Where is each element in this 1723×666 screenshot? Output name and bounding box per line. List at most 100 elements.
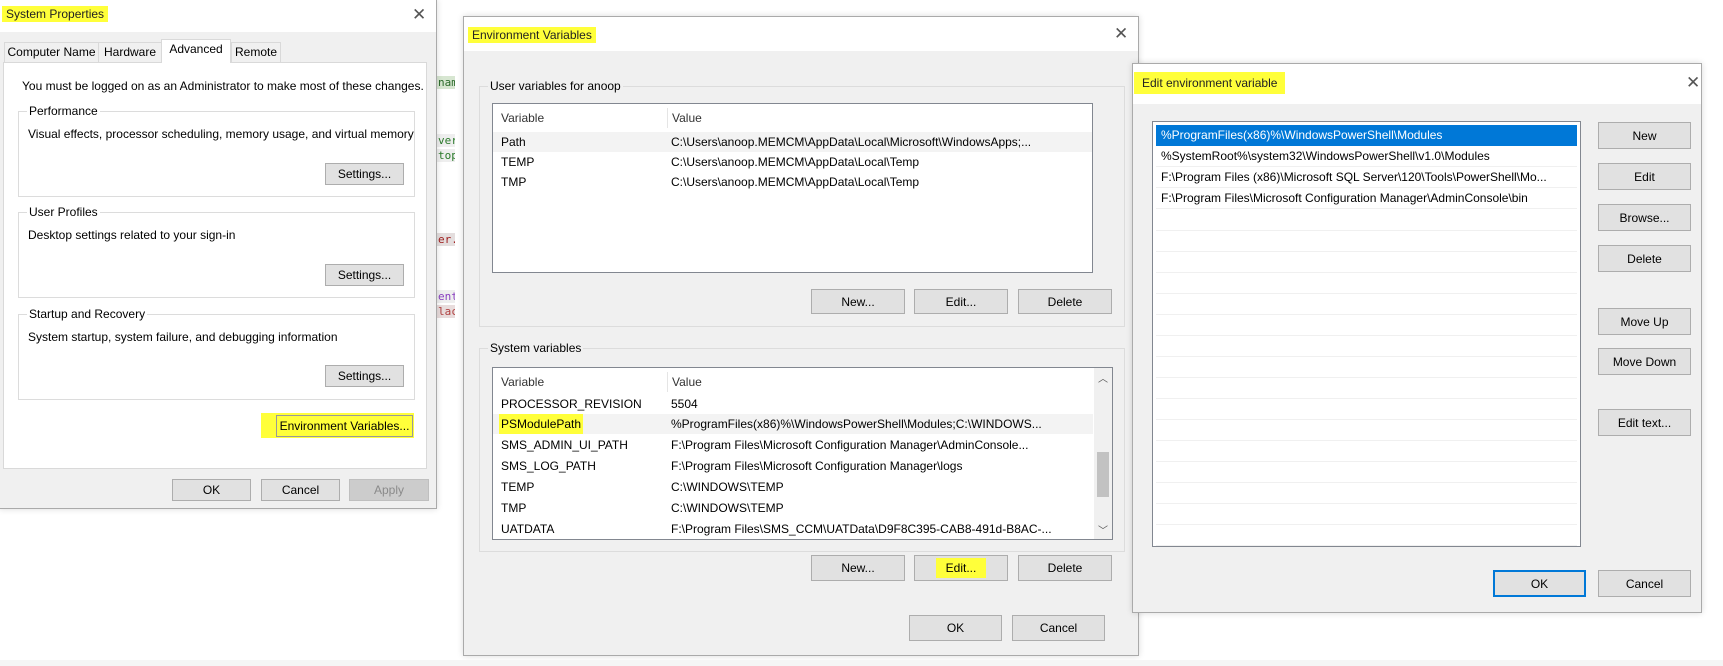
environment-variables-button[interactable]: Environment Variables... <box>276 415 413 437</box>
table-row[interactable]: TEMP C:\WINDOWS\TEMP <box>493 477 1093 497</box>
list-gridline <box>1156 293 1577 294</box>
column-header-variable[interactable]: Variable <box>501 372 544 392</box>
ok-button[interactable]: OK <box>172 479 251 501</box>
variable-name: SMS_LOG_PATH <box>501 459 596 473</box>
variable-value: C:\Users\anoop.MEMCM\AppData\Local\Micro… <box>671 135 1032 149</box>
code-fragment: ver <box>437 134 455 147</box>
path-entry[interactable]: F:\Program Files\Microsoft Configuration… <box>1156 188 1577 209</box>
system-variables-group: System variables Variable Value PROCESSO… <box>479 341 1125 581</box>
path-entry[interactable]: F:\Program Files (x86)\Microsoft SQL Ser… <box>1156 167 1577 188</box>
scroll-up-icon[interactable]: ︿ <box>1098 370 1108 385</box>
list-gridline <box>1156 356 1577 357</box>
system-variables-table[interactable]: Variable Value PROCESSOR_REVISION 5504 PS… <box>492 367 1113 540</box>
list-gridline <box>1156 503 1577 504</box>
edit-button[interactable]: Edit <box>1598 163 1691 190</box>
performance-settings-button[interactable]: Settings... <box>325 163 404 185</box>
delete-button[interactable]: Delete <box>1598 245 1691 272</box>
code-fragment: lach <box>437 305 455 318</box>
variable-value: C:\Users\anoop.MEMCM\AppData\Local\Temp <box>671 155 920 169</box>
variable-name: UATDATA <box>501 522 555 536</box>
variable-name: TEMP <box>501 480 535 494</box>
path-entry[interactable]: %SystemRoot%\system32\WindowsPowerShell\… <box>1156 146 1577 167</box>
table-row[interactable]: UATDATA F:\Program Files\SMS_CCM\UATData\… <box>493 519 1093 539</box>
variable-value: 5504 <box>671 397 698 411</box>
dialog-title: System Properties <box>2 6 109 22</box>
move-up-button[interactable]: Move Up <box>1598 308 1691 335</box>
variable-name: TMP <box>501 501 527 515</box>
edit-text-button[interactable]: Edit text... <box>1598 409 1691 436</box>
group-description: Desktop settings related to your sign-in <box>28 228 236 242</box>
close-icon[interactable]: ✕ <box>1114 25 1128 43</box>
path-entries-list[interactable]: %ProgramFiles(x86)%\WindowsPowerShell\Mo… <box>1152 121 1581 547</box>
table-row[interactable]: SMS_ADMIN_UI_PATH F:\Program Files\Micros… <box>493 435 1093 455</box>
list-gridline <box>1156 440 1577 441</box>
list-gridline <box>1156 461 1577 462</box>
performance-group: Performance Visual effects, processor sc… <box>18 104 415 197</box>
scrollbar-thumb[interactable] <box>1097 452 1109 497</box>
tab-hardware[interactable]: Hardware <box>98 42 162 62</box>
scroll-down-icon[interactable]: ﹀ <box>1098 522 1108 537</box>
list-gridline <box>1156 377 1577 378</box>
ok-button[interactable]: OK <box>909 615 1002 641</box>
ok-button[interactable]: OK <box>1493 570 1586 597</box>
group-label: System variables <box>488 341 584 355</box>
tab-advanced[interactable]: Advanced <box>161 39 231 63</box>
user-delete-button[interactable]: Delete <box>1018 289 1112 314</box>
table-row-selected[interactable]: PSModulePath %ProgramFiles(x86)%\WindowsP… <box>493 414 1093 434</box>
browse-button[interactable]: Browse... <box>1598 204 1691 231</box>
entry-text: F:\Program Files (x86)\Microsoft SQL Ser… <box>1161 170 1547 184</box>
column-header-value[interactable]: Value <box>667 108 1067 128</box>
variable-value: C:\WINDOWS\TEMP <box>671 480 784 494</box>
user-variables-table[interactable]: Variable Value Path C:\Users\anoop.MEMCM\… <box>492 103 1093 273</box>
close-icon[interactable]: ✕ <box>1686 74 1700 92</box>
close-icon[interactable]: ✕ <box>412 6 426 24</box>
user-profiles-settings-button[interactable]: Settings... <box>325 264 404 286</box>
dialog-title: Edit environment variable <box>1134 72 1286 94</box>
cancel-button[interactable]: Cancel <box>1012 615 1105 641</box>
variable-name: Path <box>501 135 526 149</box>
vertical-scrollbar[interactable]: ︿ ﹀ <box>1094 368 1112 539</box>
table-header: Variable Value <box>493 108 1092 128</box>
path-entry-selected[interactable]: %ProgramFiles(x86)%\WindowsPowerShell\Mo… <box>1156 125 1577 146</box>
table-row[interactable]: TEMP C:\Users\anoop.MEMCM\AppData\Local\T… <box>493 152 1092 172</box>
entry-text: F:\Program Files\Microsoft Configuration… <box>1161 191 1528 205</box>
variable-value: F:\Program Files\Microsoft Configuration… <box>671 459 963 473</box>
edit-environment-variable-dialog: Edit environment variable ✕ %ProgramFiles… <box>1132 63 1702 613</box>
title-bar: Environment Variables ✕ <box>464 17 1138 51</box>
tab-remote[interactable]: Remote <box>231 42 281 62</box>
table-row[interactable]: TMP C:\Users\anoop.MEMCM\AppData\Local\Te… <box>493 172 1092 192</box>
table-row[interactable]: SMS_LOG_PATH F:\Program Files\Microsoft C… <box>493 456 1093 476</box>
group-description: System startup, system failure, and debu… <box>28 330 338 344</box>
variable-value: F:\Program Files\SMS_CCM\UATData\D9F8C39… <box>671 522 1052 536</box>
list-gridline <box>1156 398 1577 399</box>
list-gridline <box>1156 251 1577 252</box>
system-new-button[interactable]: New... <box>811 555 905 581</box>
entry-text: %ProgramFiles(x86)%\WindowsPowerShell\Mo… <box>1161 128 1443 142</box>
move-down-button[interactable]: Move Down <box>1598 348 1691 375</box>
code-fragment: name <box>437 76 455 89</box>
list-gridline <box>1156 230 1577 231</box>
system-edit-button[interactable]: Edit... <box>914 555 1008 581</box>
user-edit-button[interactable]: Edit... <box>914 289 1008 314</box>
list-gridline <box>1156 545 1577 546</box>
column-header-variable[interactable]: Variable <box>501 108 544 128</box>
startup-settings-button[interactable]: Settings... <box>325 365 404 387</box>
table-row[interactable]: Path C:\Users\anoop.MEMCM\AppData\Local\M… <box>493 132 1092 152</box>
column-header-value[interactable]: Value <box>667 372 1087 392</box>
cancel-button[interactable]: Cancel <box>1598 570 1691 597</box>
environment-variables-dialog: Environment Variables ✕ User variables fo… <box>463 16 1139 656</box>
user-new-button[interactable]: New... <box>811 289 905 314</box>
apply-button[interactable]: Apply <box>349 479 429 501</box>
system-delete-button[interactable]: Delete <box>1018 555 1112 581</box>
table-row[interactable]: PROCESSOR_REVISION 5504 <box>493 394 1093 414</box>
code-fragment: ent <box>437 290 455 303</box>
new-button[interactable]: New <box>1598 122 1691 149</box>
variable-name: TEMP <box>501 155 535 169</box>
cancel-button[interactable]: Cancel <box>261 479 340 501</box>
variable-value: F:\Program Files\Microsoft Configuration… <box>671 438 1029 452</box>
entry-text: %SystemRoot%\system32\WindowsPowerShell\… <box>1161 149 1490 163</box>
group-label: Performance <box>27 104 100 118</box>
title-bar: System Properties ✕ <box>0 0 436 32</box>
table-row[interactable]: TMP C:\WINDOWS\TEMP <box>493 498 1093 518</box>
tab-computer-name[interactable]: Computer Name <box>4 42 99 62</box>
